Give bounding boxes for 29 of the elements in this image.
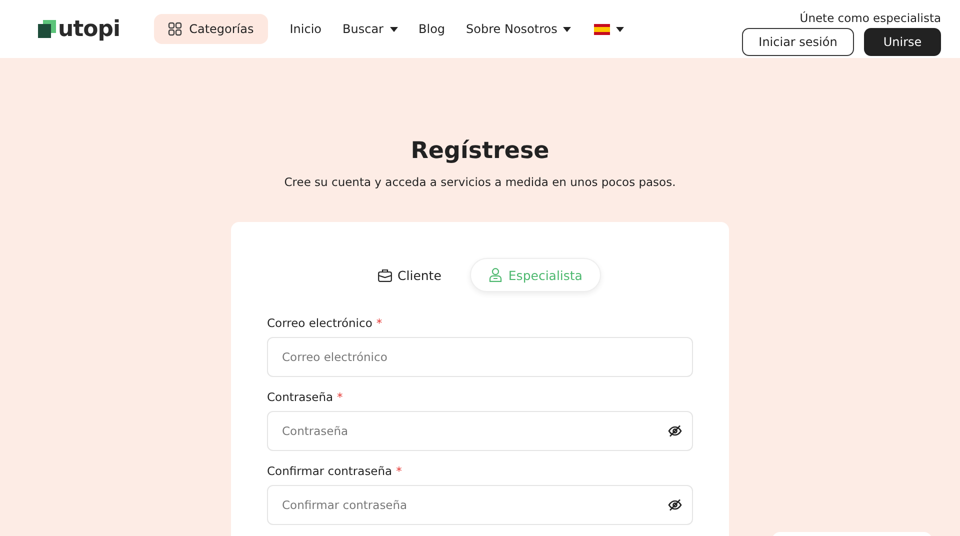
input-field[interactable]: Correo electrónico xyxy=(267,337,693,377)
input-field[interactable]: Contraseña xyxy=(267,411,693,451)
page-title: Regístrese xyxy=(410,138,550,164)
grid-icon xyxy=(168,22,182,36)
logo[interactable]: utopi xyxy=(38,16,120,42)
logo-icon xyxy=(38,20,56,38)
eye-off-icon[interactable] xyxy=(668,499,682,511)
field-label: Correo electrónico * xyxy=(267,316,384,330)
required-mark: * xyxy=(337,390,343,404)
caret-icon xyxy=(616,26,624,32)
input-field[interactable]: Confirmar contraseña xyxy=(267,485,693,525)
nav-link[interactable]: Sobre Nosotros xyxy=(466,22,572,36)
nav-link[interactable]: Inicio xyxy=(290,22,322,36)
language-selector[interactable] xyxy=(594,24,624,34)
flag-icon xyxy=(594,24,610,34)
eye-off-icon[interactable] xyxy=(668,425,682,437)
field-label: Confirmar contraseña * xyxy=(267,464,403,478)
specialist-link[interactable]: Únete como especialista xyxy=(800,10,941,24)
field-label: Contraseña * xyxy=(267,390,344,404)
page-subtitle: Cree su cuenta y acceda a servicios a medida en unos pocos pasos. xyxy=(284,175,676,189)
categories-button[interactable]: Categorías xyxy=(154,14,268,44)
nav-link[interactable]: Buscar xyxy=(342,22,398,36)
briefcase-icon xyxy=(378,268,392,282)
person-icon xyxy=(489,268,502,282)
login-button[interactable]: Iniciar sesión xyxy=(742,28,854,56)
nav-link[interactable]: Blog xyxy=(418,22,446,36)
required-mark: * xyxy=(376,316,382,330)
join-button[interactable]: Unirse xyxy=(864,28,941,56)
required-mark: * xyxy=(396,464,402,478)
